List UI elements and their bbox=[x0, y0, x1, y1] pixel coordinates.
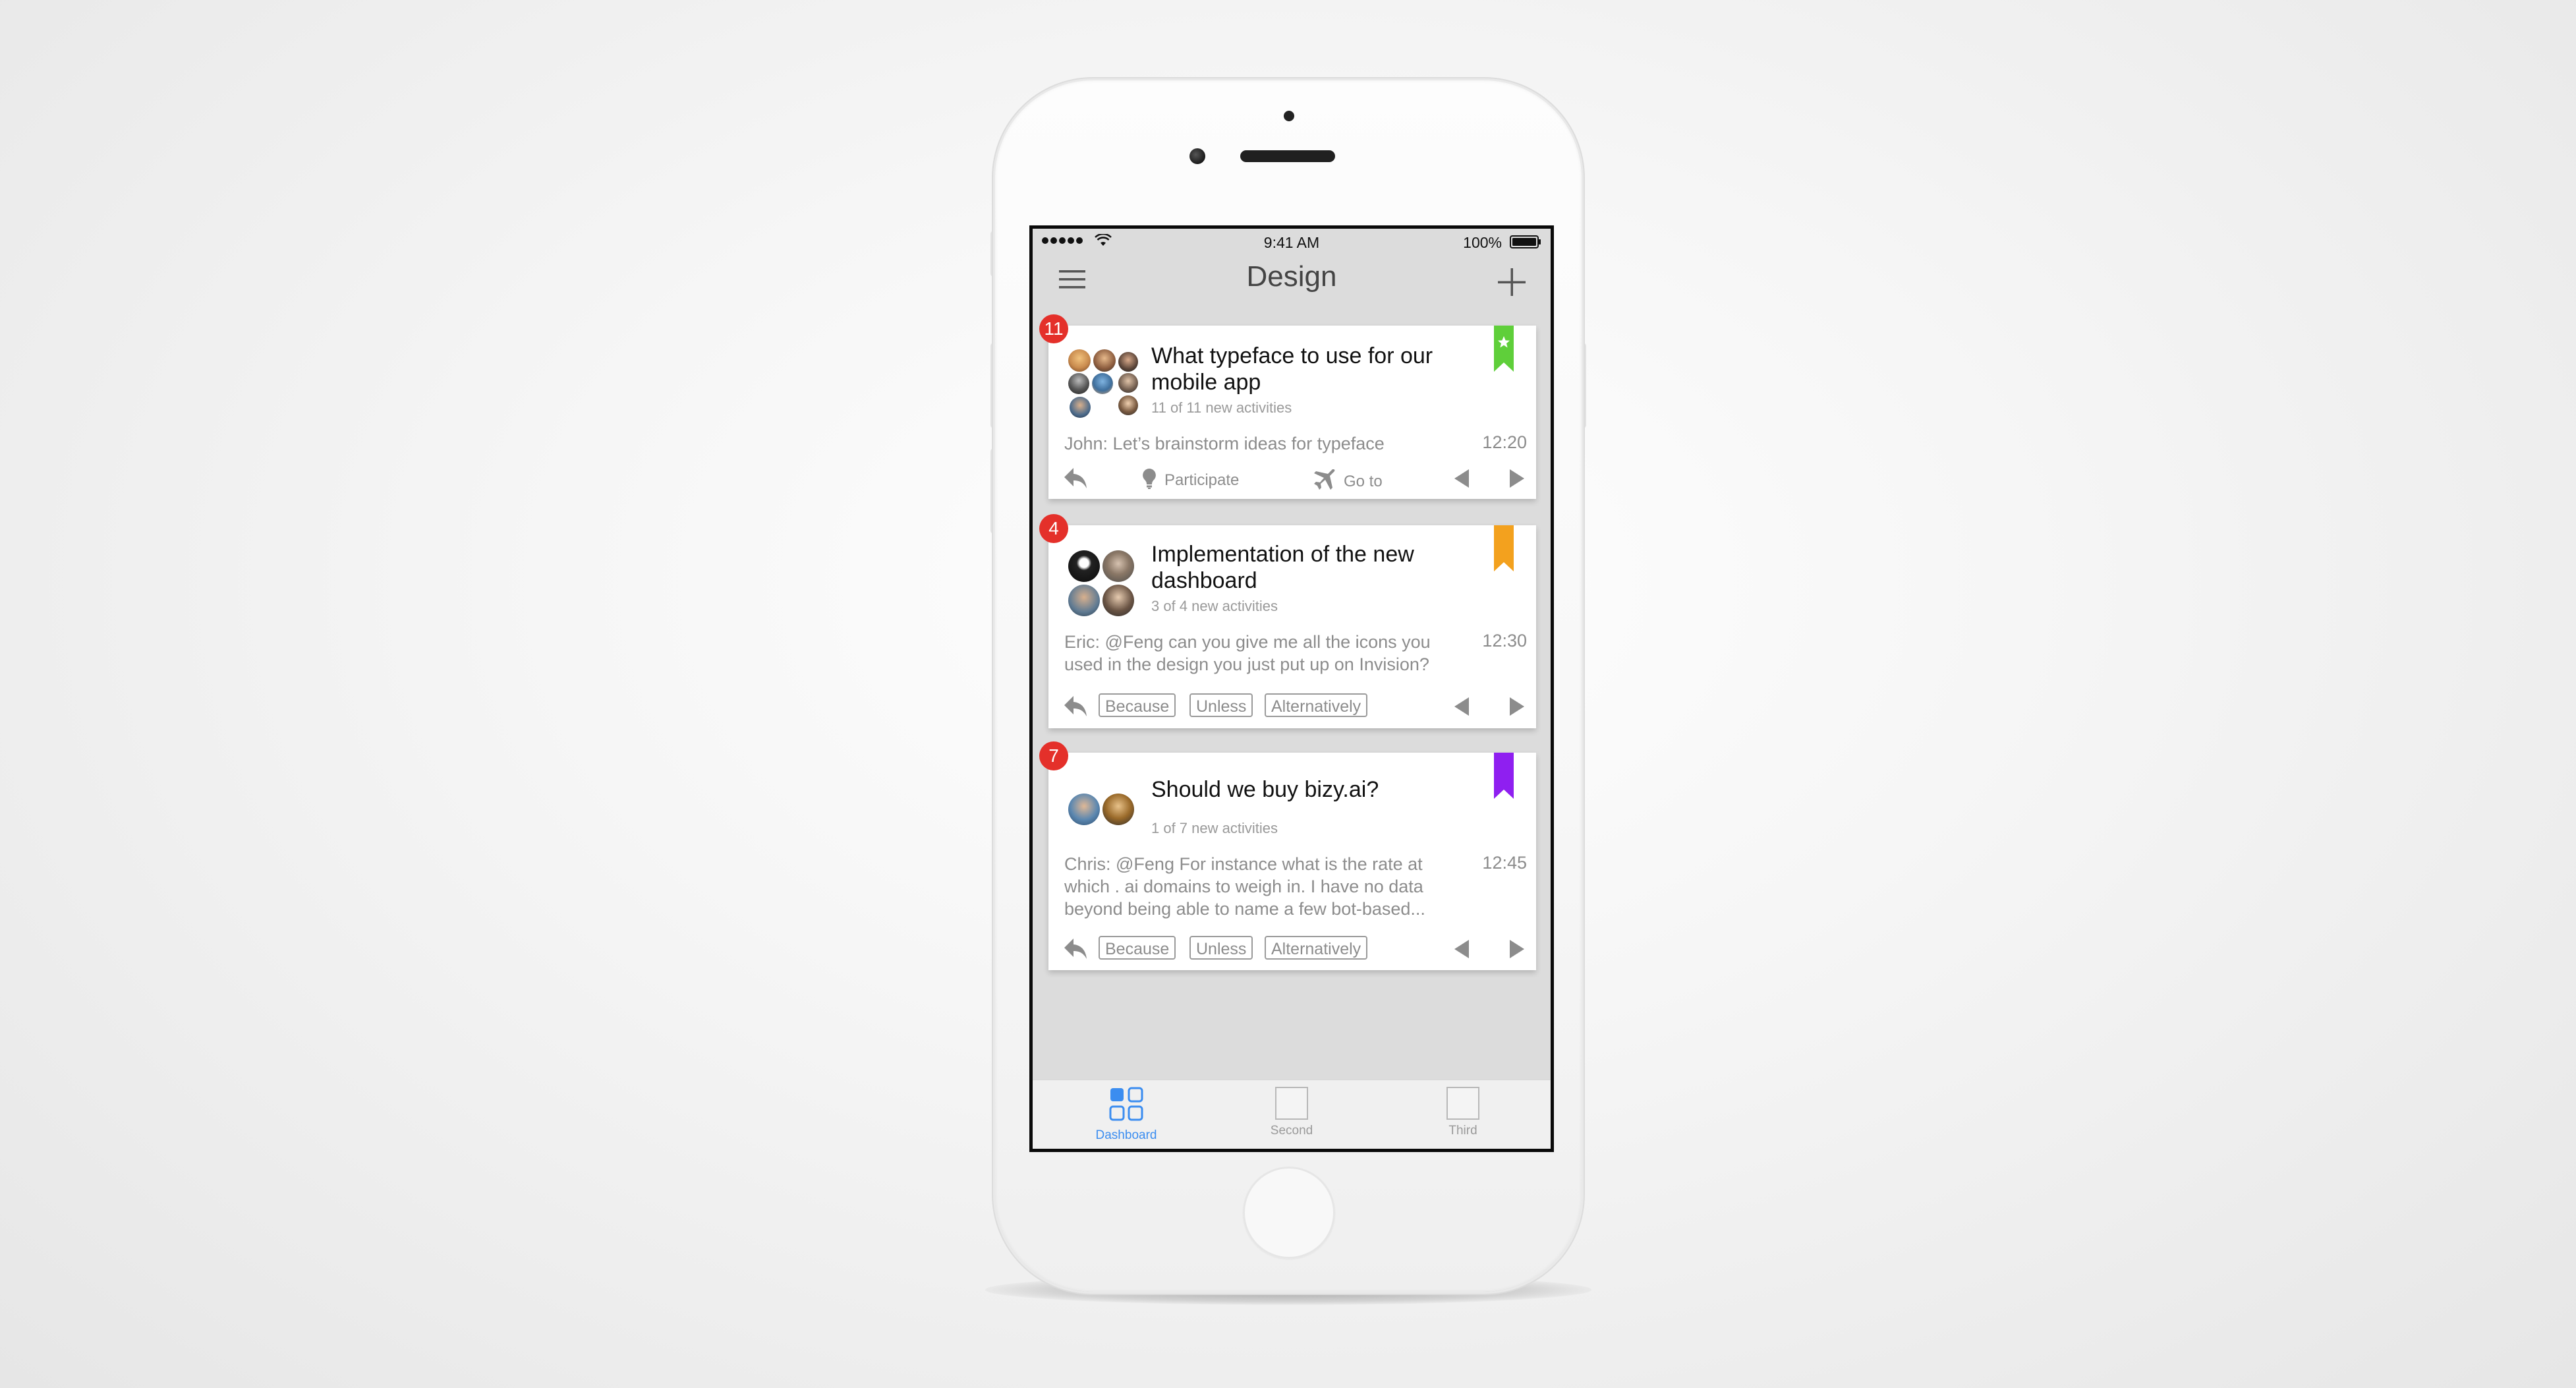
lightbulb-icon bbox=[1143, 469, 1156, 489]
avatar bbox=[1068, 585, 1100, 616]
add-icon[interactable] bbox=[1498, 268, 1526, 296]
home-button[interactable] bbox=[1243, 1167, 1335, 1259]
latest-message: John: Let’s brainstorm ideas for typefac… bbox=[1064, 434, 1385, 453]
message-time: 12:30 bbox=[1482, 631, 1527, 651]
bookmark-ribbon bbox=[1494, 525, 1514, 571]
avatar bbox=[1118, 352, 1138, 372]
quick-reply-alternatively[interactable]: Alternatively bbox=[1265, 693, 1368, 717]
avatar bbox=[1102, 794, 1134, 825]
avatar bbox=[1093, 349, 1116, 372]
quick-reply-because[interactable]: Because bbox=[1099, 693, 1176, 717]
activity-count: 1 of 7 new activities bbox=[1151, 820, 1278, 836]
arrow-left-icon[interactable] bbox=[1452, 468, 1472, 489]
battery-icon bbox=[1510, 235, 1541, 248]
card-title: Implementation of the new dashboard bbox=[1151, 542, 1414, 593]
participate-label: Participate bbox=[1164, 471, 1240, 489]
arrow-right-icon[interactable] bbox=[1507, 696, 1527, 717]
battery-percentage: 100% bbox=[1463, 234, 1502, 251]
unread-count-badge: 4 bbox=[1039, 514, 1068, 543]
latest-message: Chris: @Feng For instance what is the ra… bbox=[1064, 854, 1425, 919]
tab-label: Dashboard bbox=[1095, 1128, 1157, 1142]
avatar bbox=[1102, 585, 1134, 616]
conversation-card[interactable]: 4 Implementation of the new dashboard 3 … bbox=[1039, 514, 1536, 728]
tab-label: Third bbox=[1448, 1124, 1477, 1138]
message-time: 12:45 bbox=[1482, 853, 1527, 873]
card-actions: Because Unless Alternatively bbox=[1048, 692, 1536, 722]
conversation-card[interactable]: 11 What typeface to use for our mobile a… bbox=[1039, 314, 1536, 499]
go-to-label: Go to bbox=[1344, 473, 1383, 490]
tab-dashboard[interactable]: Dashboard bbox=[1073, 1087, 1179, 1143]
card-title: What typeface to use for our mobile app bbox=[1151, 343, 1433, 395]
tab-second[interactable]: Second bbox=[1239, 1087, 1344, 1138]
proximity-sensor bbox=[1284, 111, 1294, 121]
quick-reply-unless[interactable]: Unless bbox=[1189, 693, 1253, 717]
arrow-right-icon[interactable] bbox=[1507, 939, 1527, 960]
bookmark-ribbon bbox=[1494, 753, 1514, 799]
front-camera bbox=[1189, 148, 1205, 164]
reply-icon[interactable] bbox=[1063, 695, 1088, 718]
avatar bbox=[1102, 550, 1134, 582]
go-to-button[interactable]: Go to bbox=[1313, 468, 1383, 491]
status-bar: 9:41 AM 100% bbox=[1033, 229, 1551, 251]
avatar bbox=[1070, 397, 1091, 418]
participate-button[interactable]: Participate bbox=[1142, 468, 1239, 490]
avatar bbox=[1092, 373, 1113, 394]
tab-label: Second bbox=[1270, 1124, 1313, 1138]
activity-count: 11 of 11 new activities bbox=[1151, 399, 1292, 416]
card-actions: Because Unless Alternatively bbox=[1048, 935, 1536, 965]
reply-icon[interactable] bbox=[1063, 467, 1088, 490]
airplane-icon bbox=[1314, 469, 1335, 490]
message-time: 12:20 bbox=[1482, 432, 1527, 452]
page-title: Design bbox=[1246, 260, 1337, 293]
dashboard-icon bbox=[1109, 1087, 1143, 1121]
avatar bbox=[1118, 373, 1138, 393]
quick-reply-unless[interactable]: Unless bbox=[1189, 936, 1253, 960]
placeholder-icon bbox=[1275, 1087, 1308, 1120]
unread-count-badge: 11 bbox=[1039, 314, 1068, 343]
quick-reply-alternatively[interactable]: Alternatively bbox=[1265, 936, 1368, 960]
avatar bbox=[1068, 550, 1100, 582]
arrow-left-icon[interactable] bbox=[1452, 696, 1472, 717]
activity-count: 3 of 4 new activities bbox=[1151, 598, 1278, 614]
arrow-left-icon[interactable] bbox=[1452, 939, 1472, 960]
unread-count-badge: 7 bbox=[1039, 741, 1068, 770]
avatar bbox=[1118, 395, 1138, 415]
arrow-right-icon[interactable] bbox=[1507, 468, 1527, 489]
earpiece-speaker bbox=[1240, 150, 1335, 162]
reply-icon[interactable] bbox=[1063, 937, 1088, 961]
phone-screen: 9:41 AM 100% Design 11 What typeface to … bbox=[1029, 225, 1554, 1152]
navigation-bar: Design bbox=[1033, 251, 1551, 303]
avatar bbox=[1068, 794, 1100, 825]
card-actions: Participate Go to bbox=[1048, 464, 1536, 494]
card-title: Should we buy bizy.ai? bbox=[1151, 777, 1379, 802]
tab-bar: Dashboard Second Third bbox=[1033, 1080, 1551, 1149]
avatar bbox=[1068, 373, 1089, 394]
quick-reply-because[interactable]: Because bbox=[1099, 936, 1176, 960]
conversation-card[interactable]: 7 Should we buy bizy.ai? 1 of 7 new acti… bbox=[1039, 741, 1536, 970]
tab-third[interactable]: Third bbox=[1410, 1087, 1516, 1138]
placeholder-icon bbox=[1446, 1087, 1479, 1120]
avatar bbox=[1068, 349, 1091, 372]
latest-message: Eric: @Feng can you give me all the icon… bbox=[1064, 632, 1431, 674]
bookmark-ribbon bbox=[1494, 326, 1514, 372]
